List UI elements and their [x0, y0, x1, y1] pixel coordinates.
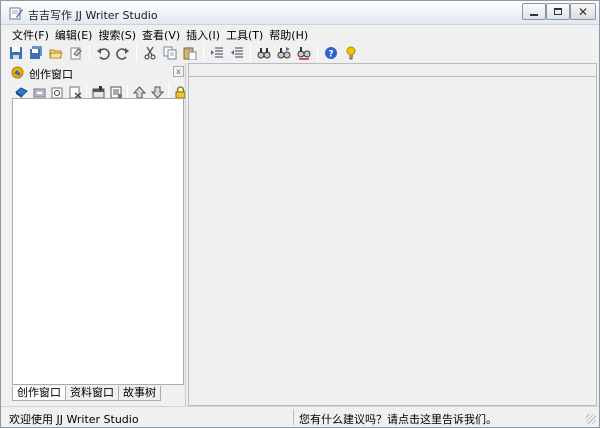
move-up-icon	[132, 85, 146, 98]
replace-icon	[297, 47, 311, 60]
status-divider	[293, 409, 294, 425]
cut-icon	[144, 46, 156, 60]
toolbar-separator	[250, 45, 251, 61]
menu-view[interactable]: 查看(V)	[142, 27, 180, 43]
outdent-icon	[231, 47, 243, 58]
minimize-icon	[530, 13, 538, 16]
app-pen-icon	[9, 7, 23, 20]
undo-button[interactable]	[94, 44, 112, 62]
app-window: 吉吉写作 JJ Writer Studio ✕ 文件(F) 编辑(E) 搜索(S…	[0, 0, 600, 428]
indent-icon	[211, 47, 223, 58]
main-toolbar: ?	[7, 43, 362, 63]
paste-icon	[183, 47, 197, 60]
status-bar: 欢迎使用 JJ Writer Studio 您有什么建议吗？请点击这里告诉我们。	[1, 406, 599, 427]
toolbar-separator	[168, 85, 169, 99]
menu-edit[interactable]: 编辑(E)	[55, 27, 93, 43]
project-tree[interactable]	[12, 98, 184, 385]
redo-button[interactable]	[114, 44, 132, 62]
toolbar-separator	[86, 85, 87, 99]
cut-button[interactable]	[141, 44, 159, 62]
toolbar-separator	[127, 85, 128, 99]
notes-icon	[110, 86, 122, 98]
replace-button[interactable]	[295, 44, 313, 62]
tip-button[interactable]	[342, 44, 360, 62]
toolbar-separator	[136, 45, 137, 61]
menu-tools[interactable]: 工具(T)	[226, 27, 263, 43]
indent-button[interactable]	[208, 44, 226, 62]
panel-header: 创作窗口 x	[7, 65, 187, 81]
paste-special-button[interactable]	[67, 44, 85, 62]
resize-grip-icon[interactable]	[586, 414, 596, 424]
save-icon	[10, 47, 22, 59]
copy-button[interactable]	[161, 44, 179, 62]
panel-close-button[interactable]: x	[173, 66, 184, 77]
save-all-icon	[30, 46, 42, 59]
menu-bar: 文件(F) 编辑(E) 搜索(S) 查看(V) 插入(I) 工具(T) 帮助(H…	[1, 26, 599, 43]
menu-search[interactable]: 搜索(S)	[98, 27, 136, 43]
status-welcome-text: 欢迎使用 JJ Writer Studio	[9, 413, 139, 426]
new-folder-icon	[33, 88, 45, 97]
minimize-button[interactable]	[522, 3, 546, 20]
creation-window-icon	[11, 66, 24, 79]
maximize-button[interactable]	[546, 3, 570, 20]
save-all-button[interactable]	[27, 44, 45, 62]
find-icon	[257, 48, 271, 59]
toolbar-separator	[203, 45, 204, 61]
help-button[interactable]: ?	[322, 44, 340, 62]
outdent-button[interactable]	[228, 44, 246, 62]
maximize-icon	[554, 8, 562, 15]
close-icon: ✕	[577, 4, 589, 19]
editor-tab-strip	[189, 64, 596, 77]
properties-icon	[92, 85, 104, 98]
find-next-icon	[277, 47, 291, 59]
close-button[interactable]: ✕	[570, 3, 596, 20]
new-book-icon	[14, 86, 28, 98]
status-feedback-link[interactable]: 您有什么建议吗？请点击这里告诉我们。	[299, 411, 497, 427]
title-bar[interactable]: 吉吉写作 JJ Writer Studio ✕	[1, 1, 599, 25]
save-button[interactable]	[7, 44, 25, 62]
open-icon	[49, 49, 63, 59]
tab-creation-window[interactable]: 创作窗口	[12, 386, 66, 401]
paste-special-icon	[70, 47, 82, 60]
find-button[interactable]	[255, 44, 273, 62]
svg-text:?: ?	[328, 50, 333, 60]
close-icon: x	[176, 67, 181, 76]
open-button[interactable]	[47, 44, 65, 62]
redo-icon	[116, 48, 129, 60]
new-chapter-icon	[51, 87, 62, 98]
find-next-button[interactable]	[275, 44, 293, 62]
tab-story-tree[interactable]: 故事树	[118, 386, 161, 401]
panel-title: 创作窗口	[29, 68, 73, 81]
tip-icon	[346, 46, 356, 60]
undo-icon	[97, 48, 110, 60]
panel-tabs: 创作窗口 资料窗口 故事树	[12, 386, 161, 401]
editor-area[interactable]	[188, 63, 597, 406]
move-down-icon	[150, 86, 164, 99]
menu-file[interactable]: 文件(F)	[12, 27, 49, 43]
paste-button[interactable]	[181, 44, 199, 62]
window-title: 吉吉写作 JJ Writer Studio	[28, 9, 158, 22]
menu-help[interactable]: 帮助(H)	[269, 27, 308, 43]
delete-icon	[69, 86, 81, 99]
tab-resource-window[interactable]: 资料窗口	[65, 386, 119, 401]
creation-panel: 创作窗口 x 创作窗口 资料窗口 故事树	[7, 65, 187, 406]
toolbar-separator	[89, 45, 90, 61]
menu-insert[interactable]: 插入(I)	[186, 27, 220, 43]
help-icon: ?	[325, 47, 337, 60]
copy-icon	[163, 46, 177, 60]
toolbar-separator	[317, 45, 318, 61]
